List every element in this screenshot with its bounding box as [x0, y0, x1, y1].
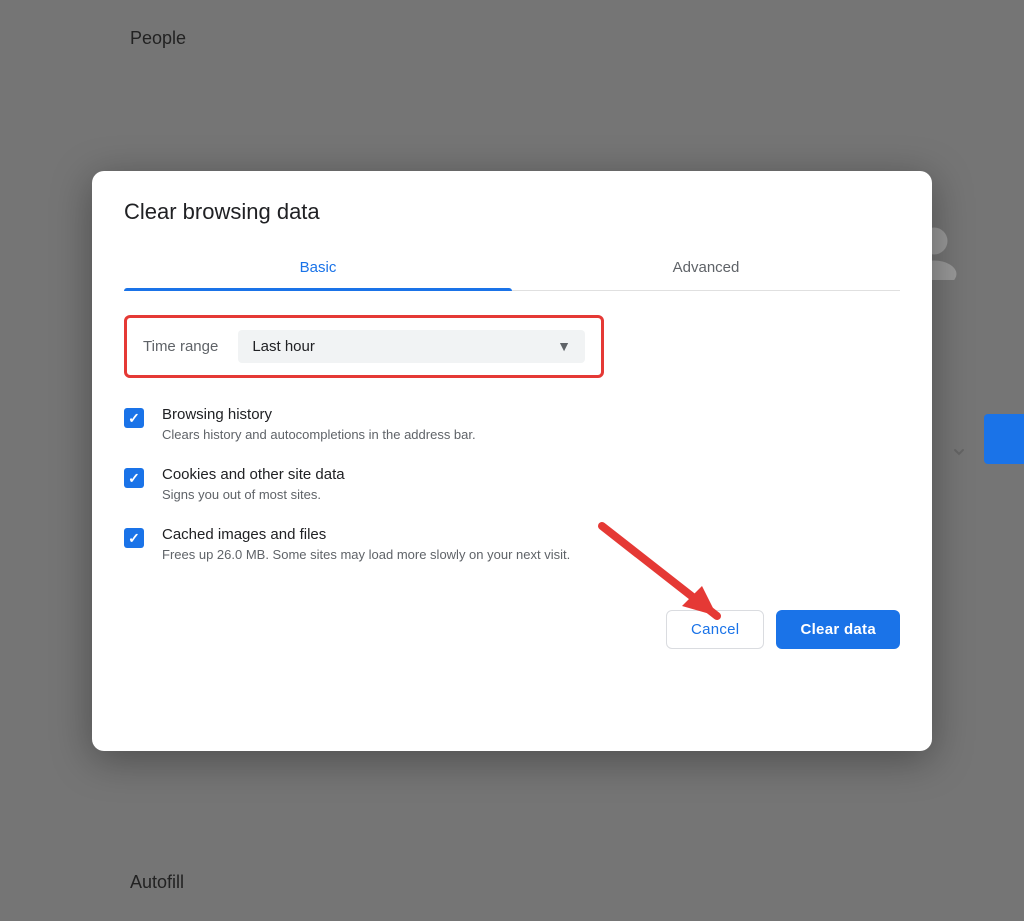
- modal-title: Clear browsing data: [124, 199, 900, 225]
- cookies-checkbox[interactable]: ✓: [124, 468, 144, 488]
- browsing-history-content: Browsing history Clears history and auto…: [162, 406, 476, 442]
- time-range-select[interactable]: Last hour ▼: [238, 330, 585, 363]
- cached-images-checkbox[interactable]: ✓: [124, 528, 144, 548]
- modal-header: Clear browsing data Basic Advanced: [92, 171, 932, 291]
- checkbox-checked-box: ✓: [124, 408, 144, 428]
- cookies-desc: Signs you out of most sites.: [162, 487, 345, 502]
- checkbox-checked-box: ✓: [124, 528, 144, 548]
- checkbox-checked-box: ✓: [124, 468, 144, 488]
- checkmark-icon: ✓: [128, 411, 140, 425]
- cached-images-title: Cached images and files: [162, 526, 570, 543]
- cached-images-content: Cached images and files Frees up 26.0 MB…: [162, 526, 570, 562]
- browsing-history-item: ✓ Browsing history Clears history and au…: [124, 406, 900, 442]
- modal-footer: Cancel Clear data: [92, 590, 932, 677]
- cached-images-desc: Frees up 26.0 MB. Some sites may load mo…: [162, 547, 570, 562]
- time-range-row: Time range Last hour ▼: [124, 315, 604, 378]
- cancel-button[interactable]: Cancel: [666, 610, 765, 649]
- cookies-content: Cookies and other site data Signs you ou…: [162, 466, 345, 502]
- cookies-item: ✓ Cookies and other site data Signs you …: [124, 466, 900, 502]
- checkmark-icon: ✓: [128, 471, 140, 485]
- browsing-history-desc: Clears history and autocompletions in th…: [162, 427, 476, 442]
- cached-images-item: ✓ Cached images and files Frees up 26.0 …: [124, 526, 900, 562]
- chevron-down-icon: ▼: [557, 338, 571, 354]
- modal-backdrop: Clear browsing data Basic Advanced Time …: [0, 0, 1024, 921]
- time-range-label: Time range: [143, 338, 218, 355]
- browsing-history-checkbox[interactable]: ✓: [124, 408, 144, 428]
- checkmark-icon: ✓: [128, 531, 140, 545]
- tab-basic[interactable]: Basic: [124, 245, 512, 290]
- browsing-history-title: Browsing history: [162, 406, 476, 423]
- modal-body: Time range Last hour ▼ ✓ Browsing histor…: [92, 291, 932, 590]
- tab-advanced[interactable]: Advanced: [512, 245, 900, 290]
- tab-bar: Basic Advanced: [124, 245, 900, 291]
- cookies-title: Cookies and other site data: [162, 466, 345, 483]
- clear-data-button[interactable]: Clear data: [776, 610, 900, 649]
- time-range-value: Last hour: [252, 338, 557, 355]
- clear-browsing-data-dialog: Clear browsing data Basic Advanced Time …: [92, 171, 932, 751]
